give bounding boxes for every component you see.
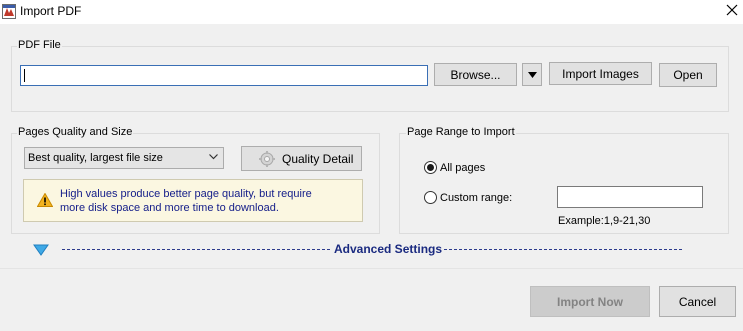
warning-icon	[37, 193, 53, 207]
quality-warning: High values produce better page quality,…	[23, 179, 363, 222]
title-bar: Import PDF	[0, 0, 743, 24]
triangle-down-icon	[527, 71, 537, 78]
custom-range-radio[interactable]	[424, 191, 437, 204]
quality-select[interactable]: Best quality, largest file size	[24, 147, 224, 169]
window-title: Import PDF	[20, 4, 82, 18]
chevron-down-icon	[209, 154, 218, 160]
pdf-file-group-label: PDF File	[17, 39, 62, 51]
advanced-settings-title[interactable]: Advanced Settings	[334, 242, 442, 256]
gear-icon	[259, 150, 275, 167]
import-images-button[interactable]: Import Images	[549, 62, 652, 85]
browse-options-dropdown[interactable]	[522, 63, 542, 86]
footer-divider	[0, 268, 743, 269]
quality-selected-option: Best quality, largest file size	[28, 152, 163, 164]
quality-group-label: Pages Quality and Size	[17, 126, 134, 138]
advanced-divider-left	[62, 249, 330, 250]
cancel-button[interactable]: Cancel	[659, 286, 736, 317]
expand-down-icon[interactable]	[33, 244, 49, 256]
all-pages-label[interactable]: All pages	[440, 162, 485, 174]
warning-line-1: High values produce better page quality,…	[60, 188, 312, 200]
open-button[interactable]: Open	[659, 63, 717, 87]
browse-button[interactable]: Browse...	[434, 63, 517, 86]
custom-range-label[interactable]: Custom range:	[440, 192, 512, 204]
range-example-text: Example:1,9-21,30	[558, 215, 651, 227]
pdf-path-input[interactable]	[20, 65, 428, 86]
all-pages-radio[interactable]	[424, 161, 437, 174]
text-caret	[24, 69, 25, 82]
page-range-group-label: Page Range to Import	[406, 126, 516, 138]
quality-detail-button[interactable]: Quality Detail	[241, 146, 362, 171]
close-icon[interactable]	[724, 2, 740, 18]
warning-message: High values produce better page quality,…	[60, 187, 360, 215]
quality-detail-label: Quality Detail	[282, 151, 354, 166]
import-now-button[interactable]: Import Now	[530, 286, 650, 317]
warning-line-2: more disk space and more time to downloa…	[60, 202, 279, 214]
custom-range-input[interactable]	[557, 186, 703, 208]
advanced-divider-right	[444, 249, 682, 250]
pdf-app-icon	[2, 4, 16, 19]
